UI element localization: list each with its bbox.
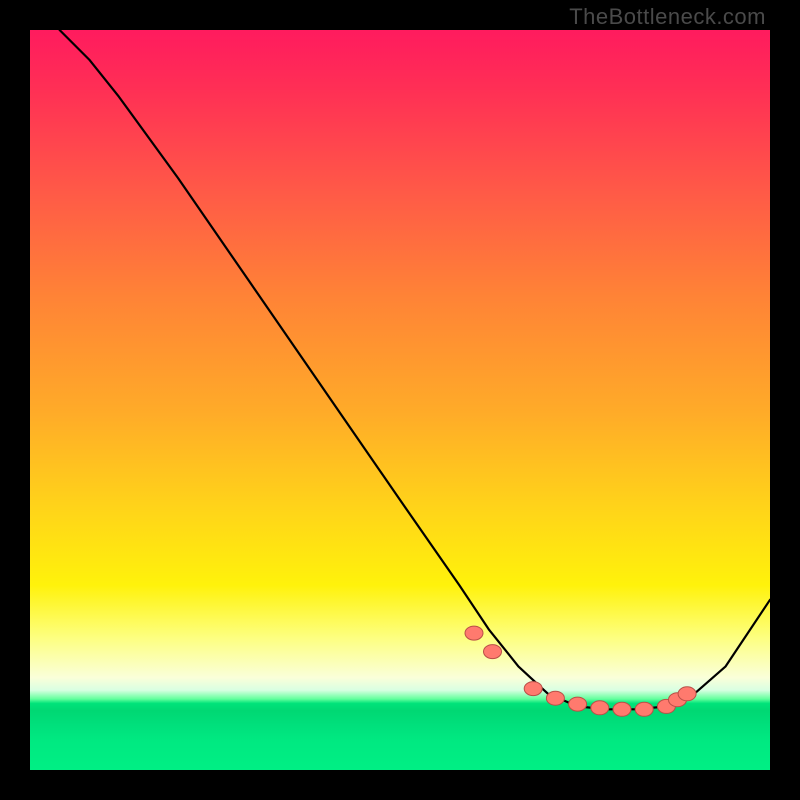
data-marker <box>546 691 564 705</box>
data-marker <box>591 701 609 715</box>
curve-line <box>60 30 770 709</box>
data-marker <box>635 702 653 716</box>
chart-frame: TheBottleneck.com <box>0 0 800 800</box>
data-marker <box>465 626 483 640</box>
data-marker <box>613 702 631 716</box>
data-marker <box>524 682 542 696</box>
watermark-text: TheBottleneck.com <box>569 4 766 30</box>
chart-svg <box>30 30 770 770</box>
plot-area <box>30 30 770 770</box>
data-marker <box>484 645 502 659</box>
data-marker <box>678 687 696 701</box>
marker-group <box>465 626 696 716</box>
data-marker <box>569 697 587 711</box>
